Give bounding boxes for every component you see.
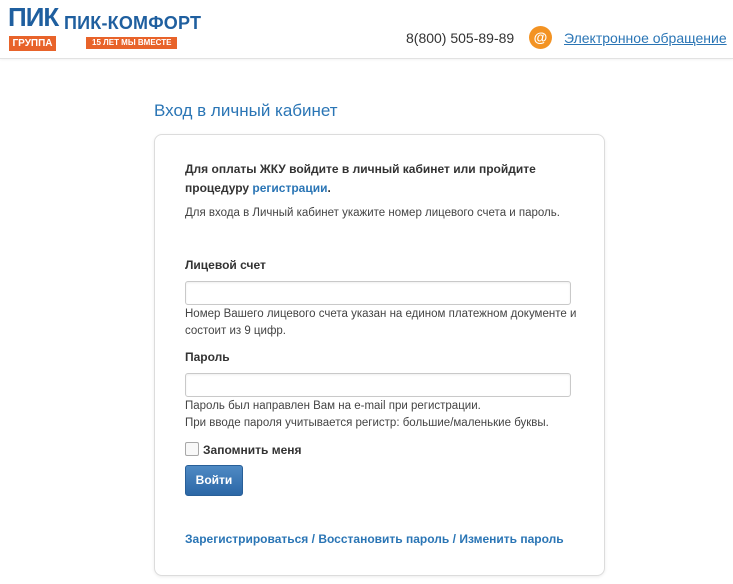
login-intro: Для оплаты ЖКУ войдите в личный кабинет … xyxy=(185,160,565,198)
password-help-1: Пароль был направлен Вам на e-mail при р… xyxy=(185,400,481,412)
registration-link[interactable]: регистрации xyxy=(252,181,327,195)
password-input[interactable] xyxy=(185,373,571,397)
pik-logo-band: ГРУППА xyxy=(9,36,56,51)
change-password-link[interactable]: Изменить пароль xyxy=(459,532,563,546)
intro-text: Для оплаты ЖКУ войдите в личный кабинет … xyxy=(185,162,536,195)
account-help: Номер Вашего лицевого счета указан на ед… xyxy=(185,308,577,337)
electronic-appeal-link[interactable]: Электронное обращение xyxy=(564,30,727,46)
phone-number: 8(800) 505-89-89 xyxy=(406,30,515,46)
brand-title[interactable]: ПИК-КОМФОРТ xyxy=(64,13,201,34)
account-links: Зарегистрироваться / Восстановить пароль… xyxy=(185,532,564,546)
link-separator: / xyxy=(311,532,315,546)
brand-badge: 15 ЛЕТ МЫ ВМЕСТЕ xyxy=(86,37,178,49)
password-label: Пароль xyxy=(185,350,230,364)
login-hint: Для входа в Личный кабинет укажите номер… xyxy=(185,207,560,219)
register-link[interactable]: Зарегистрироваться xyxy=(185,532,308,546)
login-card: Для оплаты ЖКУ войдите в личный кабинет … xyxy=(154,134,605,576)
page-title: Вход в личный кабинет xyxy=(154,101,338,120)
link-separator: / xyxy=(452,532,456,546)
remember-me: Запомнить меня xyxy=(185,442,302,457)
intro-end: . xyxy=(327,181,331,195)
account-label: Лицевой счет xyxy=(185,258,266,272)
email-at-icon[interactable]: @ xyxy=(529,26,552,49)
pik-logo-text: ПИК xyxy=(8,2,59,32)
login-button[interactable]: Войти xyxy=(185,465,243,496)
account-input[interactable] xyxy=(185,281,571,305)
password-help-2: При вводе пароля учитывается регистр: бо… xyxy=(185,417,549,429)
restore-password-link[interactable]: Восстановить пароль xyxy=(318,532,449,546)
remember-me-label[interactable]: Запомнить меня xyxy=(203,443,302,457)
pik-group-logo[interactable]: ПИК ГРУППА xyxy=(8,2,59,51)
remember-me-checkbox[interactable] xyxy=(185,442,199,456)
site-header: ПИК ГРУППА ПИК-КОМФОРТ 15 ЛЕТ МЫ ВМЕСТЕ … xyxy=(0,0,733,59)
